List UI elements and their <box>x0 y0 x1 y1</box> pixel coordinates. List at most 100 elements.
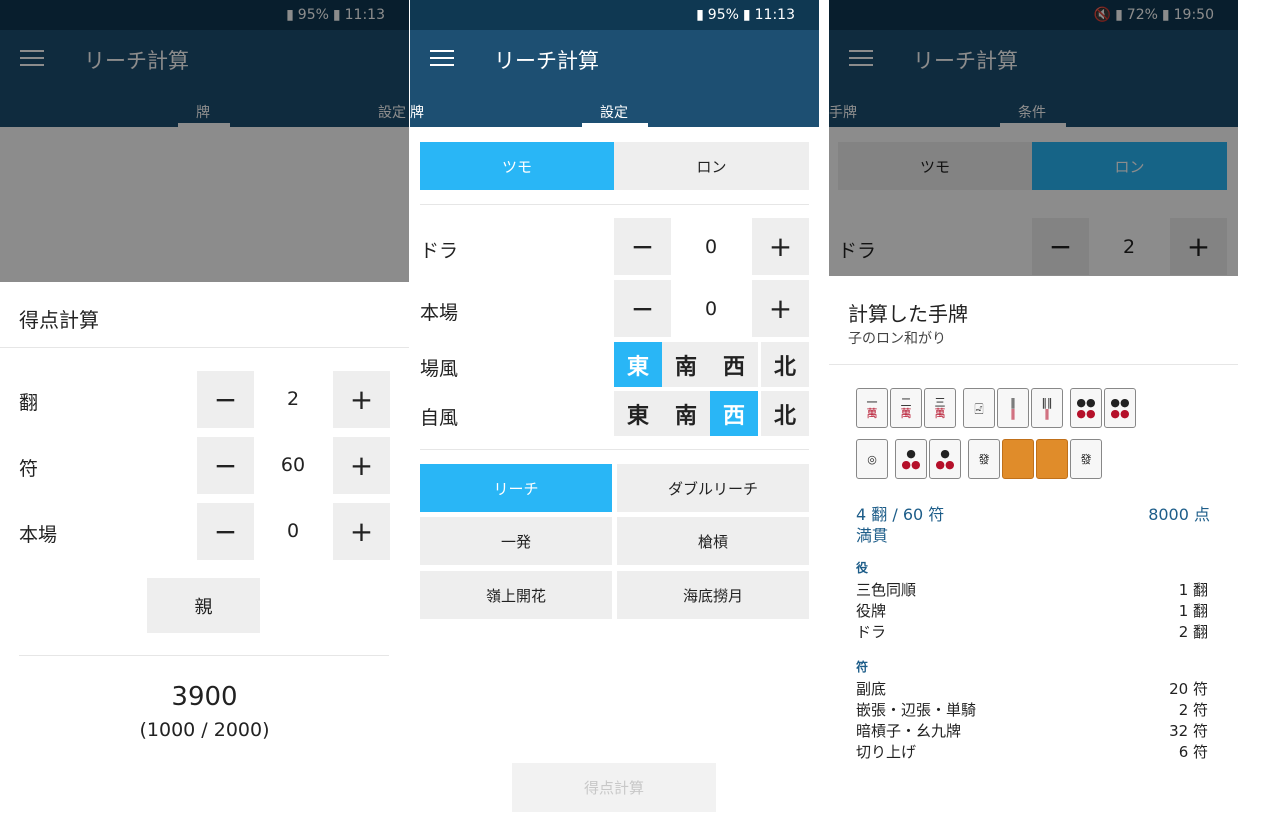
tab-hai[interactable]: 牌 <box>410 102 424 122</box>
yaku-row: ドラ 2 翻 <box>856 621 1208 642</box>
scrim[interactable] <box>0 0 409 282</box>
tab-settei[interactable]: 設定 <box>600 102 628 122</box>
app-title: リーチ計算 <box>494 49 599 73</box>
yaku-name: ドラ <box>856 623 887 641</box>
yaku-value: 2 翻 <box>1178 623 1208 641</box>
mahjong-tile: 🀐 <box>963 388 995 428</box>
ippatsu-button[interactable]: 一発 <box>420 517 612 565</box>
fu-name: 切り上げ <box>856 743 917 761</box>
honba-value: 0 <box>704 298 718 320</box>
screen-settings: ▮ 95% ▮ 11:13 リーチ計算 牌 設定 ツモ ロン ドラ − 0 + … <box>410 0 819 815</box>
yaku-header: 役 <box>856 561 869 575</box>
fu-value: 32 符 <box>1169 722 1208 740</box>
dora-label: ドラ <box>420 240 459 262</box>
rinshan-button[interactable]: 嶺上開花 <box>420 571 612 619</box>
status-bar: ▮ 95% ▮ 11:13 <box>410 0 819 30</box>
han-plus-button[interactable]: + <box>333 371 390 428</box>
han-minus-button[interactable]: − <box>197 371 254 428</box>
fu-value: 6 符 <box>1178 743 1208 761</box>
yaku-name: 役牌 <box>856 602 887 620</box>
dora-plus-button[interactable]: + <box>752 218 809 275</box>
han-value: 2 <box>286 388 300 410</box>
yaku-name: 三色同順 <box>856 581 917 599</box>
jikaze-east[interactable]: 東 <box>614 391 662 436</box>
honba-value: 0 <box>286 520 300 542</box>
clock: 11:13 <box>754 7 795 23</box>
fu-value: 20 符 <box>1169 680 1208 698</box>
score-split: (1000 / 2000) <box>139 719 270 741</box>
result-points: 8000 点 <box>1148 505 1210 524</box>
fu-plus-button[interactable]: + <box>333 437 390 494</box>
honba-label: 本場 <box>19 524 58 546</box>
mahjong-tile: ● ●● <box>895 439 927 479</box>
limit-name: 満貫 <box>856 526 889 545</box>
bakaze-label: 場風 <box>420 358 459 380</box>
yaku-row: 三色同順 1 翻 <box>856 579 1208 600</box>
honba-minus-button[interactable]: − <box>614 280 671 337</box>
jikaze-west[interactable]: 西 <box>710 391 758 436</box>
dora-value: 0 <box>704 236 718 258</box>
mahjong-tile: ◎ <box>856 439 888 479</box>
jikaze-north[interactable]: 北 <box>761 391 809 436</box>
han-label: 翻 <box>19 392 39 414</box>
fu-name: 暗槓子・幺九牌 <box>856 722 962 740</box>
score-points: 3900 <box>171 682 238 712</box>
battery-level: 95% <box>707 7 739 23</box>
ron-toggle[interactable]: ロン <box>614 142 809 190</box>
screen-score-calc: ▮ 95% ▮ 11:13 リーチ計算 牌 設定 得点計算 翻 − 2 + 符 … <box>0 0 409 815</box>
honba-plus-button[interactable]: + <box>333 503 390 560</box>
scrim[interactable] <box>829 0 1238 276</box>
fu-value: 2 符 <box>1178 701 1208 719</box>
fu-minus-button[interactable]: − <box>197 437 254 494</box>
fu-row: 副底 20 符 <box>856 678 1208 699</box>
divider <box>0 347 409 348</box>
mahjong-tile: 三萬 <box>924 388 956 428</box>
result-bottom-sheet: 計算した手牌 子のロン和がり 一萬二萬三萬 🀐 ‖ ‖ ‖‖ ‖ ●● ●● ●● ●● ◎ ● ●● ●… <box>829 276 1238 815</box>
chankan-button[interactable]: 槍槓 <box>617 517 809 565</box>
riichi-button[interactable]: リーチ <box>420 464 612 512</box>
divider <box>19 655 389 656</box>
calc-score-button[interactable]: 得点計算 <box>512 763 716 812</box>
screen-result: 🔇 ▮ 72% ▮ 19:50 リーチ計算 手牌 条件 ツモ ロン ドラ − 2… <box>829 0 1238 815</box>
yaku-value: 1 翻 <box>1178 581 1208 599</box>
honba-plus-button[interactable]: + <box>752 280 809 337</box>
mahjong-tile: ‖‖ ‖ <box>1031 388 1063 428</box>
mahjong-tile: 二萬 <box>890 388 922 428</box>
bakaze-west[interactable]: 西 <box>710 342 758 387</box>
mahjong-tile <box>1002 439 1034 479</box>
battery-icon: ▮ <box>742 7 751 23</box>
honba-minus-button[interactable]: − <box>197 503 254 560</box>
tsumo-toggle[interactable]: ツモ <box>420 142 614 190</box>
result-title: 計算した手牌 <box>848 302 968 326</box>
divider <box>420 449 809 450</box>
mahjong-tile: ●● ●● <box>1104 388 1136 428</box>
yaku-value: 1 翻 <box>1178 602 1208 620</box>
mahjong-tile: 一萬 <box>856 388 888 428</box>
haitei-button[interactable]: 海底撈月 <box>617 571 809 619</box>
double-riichi-button[interactable]: ダブルリーチ <box>617 464 809 512</box>
bakaze-north[interactable]: 北 <box>761 342 809 387</box>
dora-minus-button[interactable]: − <box>614 218 671 275</box>
fu-label: 符 <box>19 458 39 480</box>
divider <box>420 204 809 205</box>
bakaze-south[interactable]: 南 <box>662 342 710 387</box>
signal-icon: ▮ <box>696 7 704 23</box>
tab-indicator <box>582 123 648 127</box>
jikaze-label: 自風 <box>420 407 459 429</box>
mahjong-tile <box>1036 439 1068 479</box>
fu-value: 60 <box>280 454 306 476</box>
jikaze-south[interactable]: 南 <box>662 391 710 436</box>
divider <box>829 364 1238 365</box>
oya-toggle-button[interactable]: 親 <box>147 578 260 633</box>
fu-name: 嵌張・辺張・単騎 <box>856 701 977 719</box>
mahjong-tile: ● ●● <box>929 439 961 479</box>
yaku-row: 役牌 1 翻 <box>856 600 1208 621</box>
mahjong-tile: ‖ ‖ <box>997 388 1029 428</box>
honba-label: 本場 <box>420 302 459 324</box>
score-bottom-sheet: 得点計算 翻 − 2 + 符 − 60 + 本場 − 0 + 親 3900 (1… <box>0 282 409 815</box>
bakaze-east[interactable]: 東 <box>614 342 662 387</box>
sheet-title: 得点計算 <box>19 308 99 332</box>
result-subtitle: 子のロン和がり <box>848 331 946 347</box>
menu-icon[interactable] <box>430 50 454 68</box>
mahjong-tile: ●● ●● <box>1070 388 1102 428</box>
